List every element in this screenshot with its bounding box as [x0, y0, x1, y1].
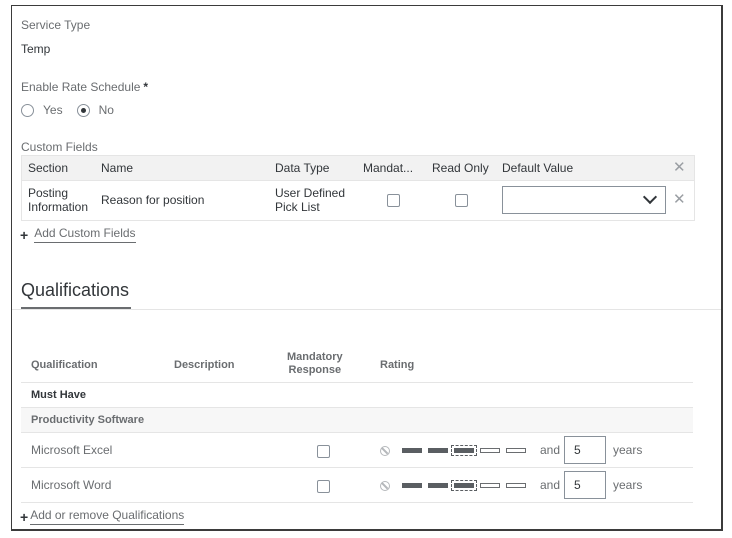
cell-name: Reason for position [101, 193, 205, 207]
qualification-row: Microsoft Excel and 5 years [21, 433, 693, 468]
rating-bar-3[interactable] [451, 445, 477, 456]
group-row: Must Have [21, 383, 693, 408]
rating-bar-1[interactable] [402, 448, 422, 453]
rating-bar-3[interactable] [451, 480, 477, 491]
rating-bar-5[interactable] [506, 483, 526, 488]
and-label: and [540, 478, 561, 492]
group-label: Must Have [31, 389, 87, 401]
cell-section: Posting Information [28, 186, 88, 214]
add-custom-fields-label[interactable]: Add Custom Fields [34, 226, 136, 243]
qualification-name: Microsoft Word [31, 478, 112, 492]
col-mandatory-line1: Mandatory [287, 351, 343, 363]
service-type-value: Temp [21, 42, 51, 56]
col-mandatory: Mandat... [363, 161, 414, 175]
col-read-only: Read Only [432, 161, 489, 175]
years-label: years [613, 478, 643, 492]
mandatory-checkbox[interactable] [387, 194, 400, 207]
rating-bar-2[interactable] [428, 448, 448, 453]
clear-rating-icon[interactable] [380, 481, 390, 491]
rating-bar-2[interactable] [428, 483, 448, 488]
cell-data-type: User Defined Pick List [275, 186, 345, 214]
add-qualifications-link[interactable]: + Add or remove Qualifications [20, 508, 185, 525]
custom-field-row: Posting Information Reason for position … [22, 180, 694, 220]
col-mandatory-line2: Response [288, 364, 342, 376]
custom-fields-table: Section Name Data Type Mandat... Read On… [21, 155, 695, 221]
cell-section-line1: Posting [28, 186, 69, 200]
qualifications-header-row: Qualification Description Mandatory Resp… [21, 340, 693, 383]
col-mandatory-response: Mandatory Response [287, 351, 343, 377]
add-custom-fields-link[interactable]: + Add Custom Fields [20, 226, 136, 243]
radio-yes-label[interactable]: Yes [43, 103, 63, 117]
remove-all-icon[interactable]: ✕ [673, 160, 686, 175]
col-rating: Rating [380, 359, 415, 371]
qualification-name: Microsoft Excel [31, 443, 113, 457]
qualifications-title: Qualifications [21, 280, 130, 300]
default-value-select[interactable] [502, 186, 666, 214]
rate-schedule-label: Enable Rate Schedule * [21, 80, 148, 94]
remove-row-icon[interactable]: ✕ [673, 192, 686, 207]
read-only-checkbox[interactable] [455, 194, 468, 207]
radio-yes[interactable] [21, 103, 34, 117]
rate-schedule-label-text: Enable Rate Schedule [21, 80, 141, 94]
col-data-type: Data Type [275, 161, 330, 175]
plus-icon: + [20, 226, 29, 243]
category-label: Productivity Software [31, 414, 145, 426]
col-qualification: Qualification [31, 359, 98, 371]
clear-rating-icon[interactable] [380, 446, 390, 456]
rating-bar-4[interactable] [480, 483, 500, 488]
rating-bar-5[interactable] [506, 448, 526, 453]
years-input[interactable]: 5 [564, 471, 606, 499]
radio-no-label[interactable]: No [99, 103, 114, 117]
col-description: Description [174, 359, 235, 371]
custom-fields-header-row: Section Name Data Type Mandat... Read On… [22, 156, 694, 180]
required-marker: * [143, 80, 149, 94]
radio-no[interactable] [76, 103, 90, 117]
years-input[interactable]: 5 [564, 436, 606, 464]
mandatory-response-checkbox[interactable] [317, 445, 330, 458]
years-label: years [613, 443, 643, 457]
qualifications-table: Qualification Description Mandatory Resp… [21, 340, 693, 503]
section-divider [12, 309, 721, 310]
rate-schedule-radio-group: Yes No [21, 103, 128, 117]
col-name: Name [101, 161, 134, 175]
rating-bar-1[interactable] [402, 483, 422, 488]
chevron-down-icon [642, 189, 658, 205]
rating-bar-4[interactable] [480, 448, 500, 453]
and-label: and [540, 443, 561, 457]
cell-section-line2: Information [28, 200, 89, 214]
category-row: Productivity Software [21, 408, 693, 433]
service-type-label: Service Type [21, 18, 91, 32]
form-panel: Service Type Temp Enable Rate Schedule * … [11, 5, 723, 531]
col-default-value: Default Value [502, 161, 574, 175]
col-section: Section [28, 161, 69, 175]
custom-fields-label: Custom Fields [21, 140, 98, 154]
qualification-row: Microsoft Word and 5 years [21, 468, 693, 503]
cell-data-type-line2: Pick List [275, 200, 320, 214]
mandatory-response-checkbox[interactable] [317, 480, 330, 493]
cell-data-type-line1: User Defined [275, 186, 346, 200]
plus-icon: + [20, 508, 29, 525]
add-qualifications-label[interactable]: Add or remove Qualifications [30, 508, 185, 525]
